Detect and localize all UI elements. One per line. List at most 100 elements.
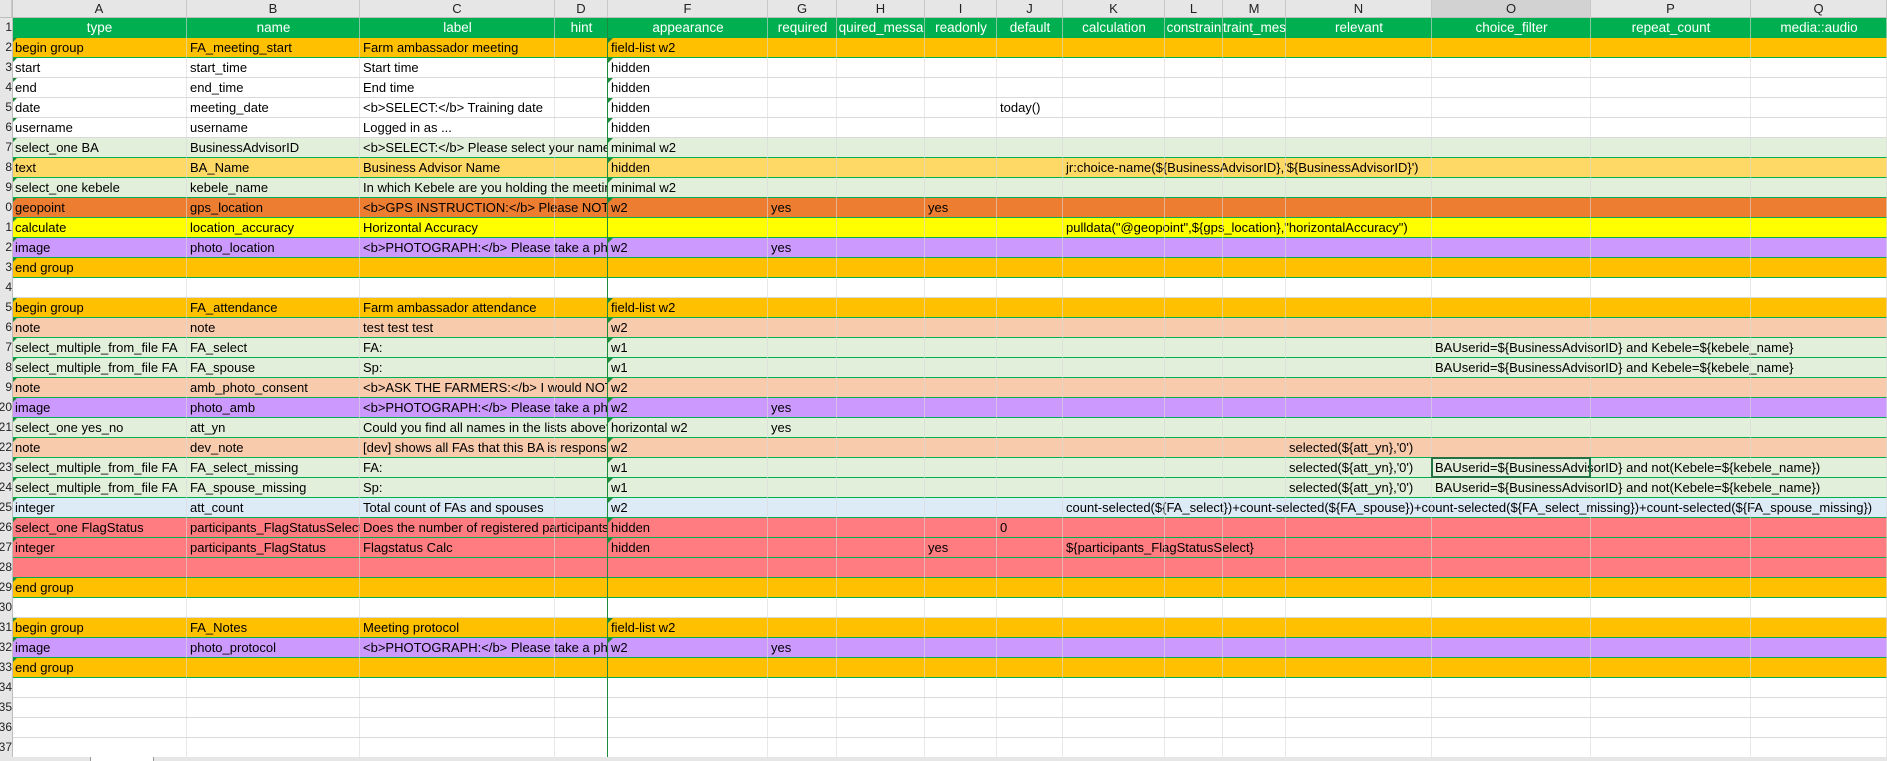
cell-c-0[interactable]: <b>GPS INSTRUCTION:</b> Please NOTE: It	[360, 198, 608, 217]
cell-f-5[interactable]: field-list w2	[608, 298, 1887, 317]
cell-g-32[interactable]: yes	[768, 638, 1887, 657]
cell-c-4[interactable]: End time	[360, 78, 608, 97]
cell-b-2[interactable]: photo_location	[187, 238, 360, 257]
cell-k-8[interactable]: jr:choice-name(${BusinessAdvisorID},'${B…	[1063, 158, 1887, 177]
cell-a-3[interactable]: start	[12, 58, 187, 77]
cell-a-32[interactable]: image	[12, 638, 187, 657]
column-title-quired-messa[interactable]: quired_messa	[837, 18, 925, 38]
cell-f-8[interactable]: w1	[608, 358, 1432, 377]
column-header-l[interactable]: L	[1165, 0, 1223, 18]
cell-f-9[interactable]: w2	[608, 378, 1887, 397]
column-title-name[interactable]: name	[187, 18, 360, 38]
cell-g-2[interactable]: yes	[768, 238, 1887, 257]
cell-b-4[interactable]: end_time	[187, 78, 360, 97]
cell-b-32[interactable]: photo_protocol	[187, 638, 360, 657]
column-title-choice-filter[interactable]: choice_filter	[1432, 18, 1591, 38]
row-header-9[interactable]: 9	[0, 178, 12, 198]
cell-b-0[interactable]: gps_location	[187, 198, 360, 217]
cell-b-25[interactable]: att_count	[187, 498, 360, 517]
column-title-type[interactable]: type	[12, 18, 187, 38]
cell-c-31[interactable]: Meeting protocol	[360, 618, 608, 637]
cell-f-26[interactable]: hidden	[608, 518, 997, 537]
cell-c-20[interactable]: <b>PHOTOGRAPH:</b> Please take a photo	[360, 398, 608, 417]
cell-c-27[interactable]: Flagstatus Calc	[360, 538, 608, 557]
cell-c-23[interactable]: FA:	[360, 458, 608, 477]
column-header-k[interactable]: K	[1063, 0, 1165, 18]
cell-a-6[interactable]: note	[12, 318, 187, 337]
cell-a-7[interactable]: select_multiple_from_file FA	[12, 338, 187, 357]
column-title-calculation[interactable]: calculation	[1063, 18, 1165, 38]
cell-n-23[interactable]: selected(${att_yn},'0')	[1286, 458, 1432, 477]
column-header-i[interactable]: I	[925, 0, 997, 18]
cell-b-27[interactable]: participants_FlagStatus	[187, 538, 360, 557]
cell-a-0[interactable]: geopoint	[12, 198, 187, 217]
row-header-37[interactable]: 37	[0, 738, 12, 758]
row-header-5[interactable]: 5	[0, 298, 12, 318]
cell-a-9[interactable]: select_one kebele	[12, 178, 187, 197]
column-header-g[interactable]: G	[768, 0, 837, 18]
cell-o-7[interactable]: BAUserid=${BusinessAdvisorID} and Kebele…	[1432, 338, 1887, 357]
cell-a-22[interactable]: note	[12, 438, 187, 457]
cell-b-9[interactable]: amb_photo_consent	[187, 378, 360, 397]
column-title-traint-mes[interactable]: traint_mes	[1223, 18, 1286, 38]
cell-c-1[interactable]: Horizontal Accuracy	[360, 218, 1063, 237]
cell-c-7[interactable]: FA:	[360, 338, 608, 357]
cell-f-6[interactable]: w2	[608, 318, 1887, 337]
cell-n-22[interactable]: selected(${att_yn},'0')	[1286, 438, 1887, 457]
cell-k-27[interactable]: ${participants_FlagStatusSelect}	[1063, 538, 1887, 557]
cell-c-32[interactable]: <b>PHOTOGRAPH:</b> Please take a photo	[360, 638, 608, 657]
column-header-m[interactable]: M	[1223, 0, 1286, 18]
cell-f-24[interactable]: w1	[608, 478, 1286, 497]
cell-f-23[interactable]: w1	[608, 458, 1286, 477]
cell-a-33[interactable]: end group	[12, 658, 1887, 677]
cell-b-8[interactable]: BA_Name	[187, 158, 360, 177]
cell-f-22[interactable]: w2	[608, 438, 1286, 457]
cell-c-2[interactable]: <b>PHOTOGRAPH:</b> Please take a photo	[360, 238, 608, 257]
cell-a-26[interactable]: select_one FlagStatus	[12, 518, 187, 537]
cell-b-7[interactable]: FA_select	[187, 338, 360, 357]
cell-b-21[interactable]: att_yn	[187, 418, 360, 437]
cell-a-25[interactable]: integer	[12, 498, 187, 517]
cell-c-8[interactable]: Business Advisor Name	[360, 158, 608, 177]
row-header-6[interactable]: 6	[0, 118, 12, 138]
cell-f-4[interactable]: hidden	[608, 78, 1887, 97]
cell-g-20[interactable]: yes	[768, 398, 1887, 417]
column-title-appearance[interactable]: appearance	[608, 18, 768, 38]
cell-k-25[interactable]: count-selected(${FA_select})+count-selec…	[1063, 498, 1887, 517]
row-header-33[interactable]: 33	[0, 658, 12, 678]
cell-b-5[interactable]: FA_attendance	[187, 298, 360, 317]
cell-f-31[interactable]: field-list w2	[608, 618, 1887, 637]
cell-c-7[interactable]: <b>SELECT:</b> Please select your name	[360, 138, 608, 157]
row-header-8[interactable]: 8	[0, 358, 12, 378]
corner-select-all[interactable]	[0, 0, 12, 18]
cell-b-26[interactable]: participants_FlagStatusSelect	[187, 518, 360, 537]
column-title-readonly[interactable]: readonly	[925, 18, 997, 38]
cell-j-5[interactable]: today()	[997, 98, 1887, 117]
cell-a-5[interactable]: date	[12, 98, 187, 117]
cell-f-5[interactable]: hidden	[608, 98, 997, 117]
cell-g-0[interactable]: yes	[768, 198, 925, 217]
column-title-required[interactable]: required	[768, 18, 837, 38]
cell-a-1[interactable]: calculate	[12, 218, 187, 237]
cell-a-8[interactable]: select_multiple_from_file FA	[12, 358, 187, 377]
cell-f-6[interactable]: hidden	[608, 118, 1887, 137]
cell-f-2[interactable]: field-list w2	[608, 38, 1887, 57]
cell-a-8[interactable]: text	[12, 158, 187, 177]
row-header-35[interactable]: 35	[0, 698, 12, 718]
row-header-3[interactable]: 3	[0, 58, 12, 78]
row-header-25[interactable]: 25	[0, 498, 12, 518]
cell-c-6[interactable]: Logged in as ...	[360, 118, 608, 137]
cell-c-8[interactable]: Sp:	[360, 358, 608, 377]
column-header-a[interactable]: A	[12, 0, 187, 18]
cell-b-20[interactable]: photo_amb	[187, 398, 360, 417]
row-header-8[interactable]: 8	[0, 158, 12, 178]
cell-b-31[interactable]: FA_Notes	[187, 618, 360, 637]
cell-a-7[interactable]: select_one BA	[12, 138, 187, 157]
cell-f-7[interactable]: minimal w2	[608, 138, 1887, 157]
cell-a-4[interactable]: end	[12, 78, 187, 97]
cell-b-6[interactable]: note	[187, 318, 360, 337]
row-header-27[interactable]: 27	[0, 538, 12, 558]
column-title-relevant[interactable]: relevant	[1286, 18, 1432, 38]
column-header-j[interactable]: J	[997, 0, 1063, 18]
row-header-23[interactable]: 23	[0, 458, 12, 478]
